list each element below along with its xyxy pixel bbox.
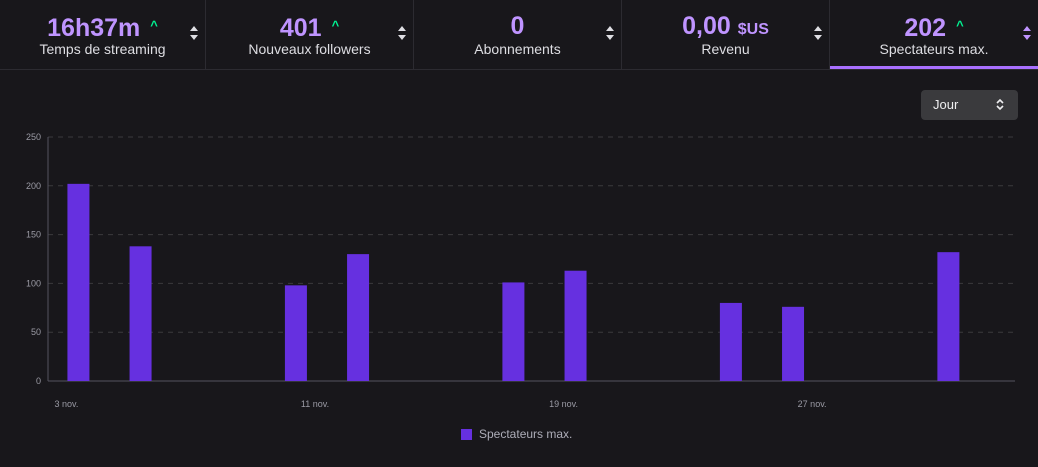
trend-up-icon: ^ <box>331 18 340 33</box>
bar <box>347 254 370 381</box>
y-tick-label: 100 <box>26 278 41 288</box>
metric-value: 0,00 $US <box>622 11 829 45</box>
metric-number: 401 <box>279 14 322 42</box>
metric-number: 0,00 <box>682 12 731 40</box>
metric-tab-4[interactable]: 202 ^ Spectateurs max. <box>830 0 1038 69</box>
bar <box>782 306 805 381</box>
x-tick-label: 27 nov. <box>798 399 827 409</box>
metric-unit: $US <box>737 21 769 38</box>
y-tick-label: 150 <box>26 230 41 240</box>
sort-arrows-icon <box>813 25 823 41</box>
bar <box>67 183 90 381</box>
metric-tabs: 16h37m ^ Temps de streaming 401 ^ Nouveaux fo… <box>0 0 1038 70</box>
metric-label: Temps de streaming <box>39 41 166 57</box>
period-select-value: Jour <box>933 97 959 112</box>
bar <box>937 252 960 381</box>
sort-arrows-icon <box>397 25 407 41</box>
metric-number: 0 <box>510 12 525 40</box>
metric-tab-1[interactable]: 401 ^ Nouveaux followers <box>206 0 414 69</box>
chevron-up-down-icon <box>996 98 1004 111</box>
viewers-bar-chart: 0 50 100 150 200 250 3 nov. 11 nov. 19 nov. 27 no… <box>26 132 1015 409</box>
metric-tab-0[interactable]: 16h37m ^ Temps de streaming <box>0 0 206 69</box>
sort-arrows-icon <box>1022 25 1032 41</box>
sort-arrows-icon <box>605 25 615 41</box>
y-tick-label: 250 <box>26 132 41 142</box>
metric-label: Abonnements <box>474 41 561 57</box>
metric-value: 16h37m ^ <box>0 11 205 43</box>
x-tick-label: 19 nov. <box>549 399 578 409</box>
y-tick-label: 0 <box>36 376 41 386</box>
bar <box>129 246 152 381</box>
metric-label: Spectateurs max. <box>879 41 989 57</box>
y-tick-label: 200 <box>26 181 41 191</box>
trend-up-icon: ^ <box>150 18 158 33</box>
metric-label: Revenu <box>701 41 750 57</box>
metric-value: 0 <box>414 11 621 41</box>
metric-number: 202 <box>904 14 947 42</box>
metric-number: 16h37m <box>47 14 141 42</box>
x-tick-label: 11 nov. <box>301 399 329 409</box>
legend-swatch <box>461 428 472 440</box>
bar <box>564 270 587 381</box>
trend-up-icon: ^ <box>956 18 964 33</box>
y-tick-label: 50 <box>31 327 41 337</box>
bar <box>719 302 742 381</box>
chart-legend: Spectateurs max. <box>461 426 572 442</box>
x-tick-label: 3 nov. <box>54 399 78 409</box>
sort-arrows-icon <box>189 25 199 41</box>
metric-value: 401 ^ <box>206 11 413 43</box>
legend-label: Spectateurs max. <box>479 427 573 441</box>
bar <box>284 285 307 381</box>
metric-tab-3[interactable]: 0,00 $US Revenu <box>622 0 830 69</box>
metric-label: Nouveaux followers <box>248 41 371 57</box>
bar <box>502 282 525 381</box>
period-select[interactable]: Jour <box>921 90 1018 120</box>
metric-value: 202 ^ <box>830 11 1038 43</box>
metric-tab-2[interactable]: 0 Abonnements <box>414 0 622 69</box>
